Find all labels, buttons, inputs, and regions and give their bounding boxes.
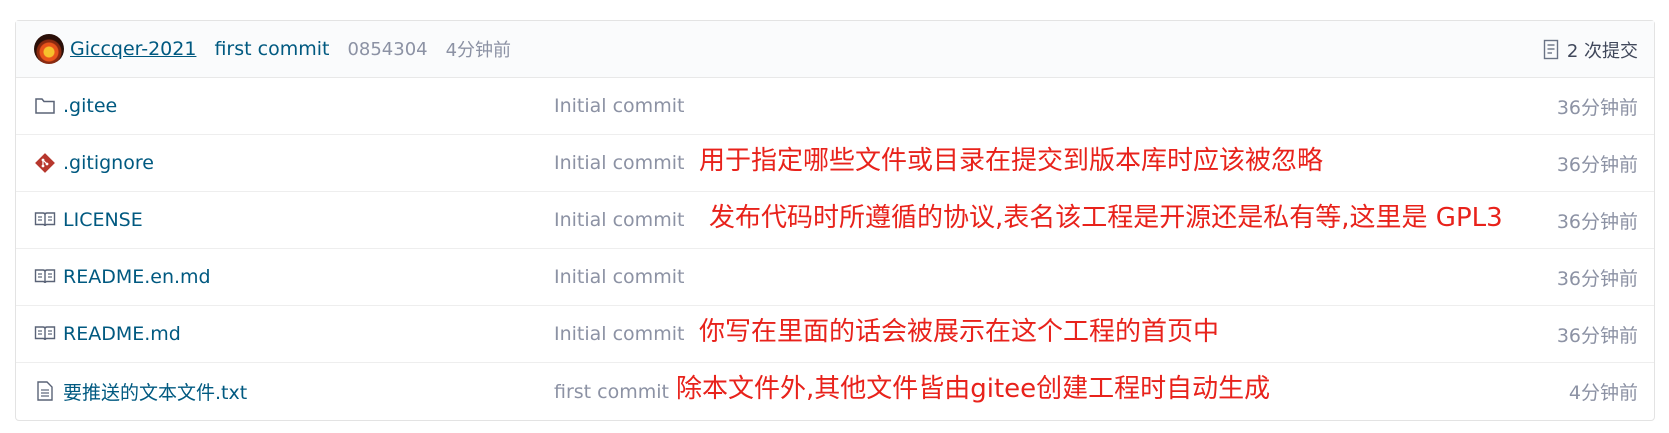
avatar[interactable] [34,34,64,64]
file-commit-link[interactable]: Initial commit [554,209,684,231]
file-time: 4分钟前 [1568,382,1638,404]
annotation-text: 发布代码时所遵循的协议,表名该工程是开源还是私有等,这里是 GPL3 [709,203,1503,233]
file-time: 36分钟前 [1556,96,1638,119]
file-name-link[interactable]: LICENSE [63,209,143,231]
book-icon [34,326,56,341]
commit-message-link[interactable]: first commit [214,38,329,60]
file-row[interactable]: .gitee Initial commit 36分钟前 [16,78,1654,135]
annotation-text: 你写在里面的话会被展示在这个工程的首页中 [699,317,1220,347]
file-commit-link[interactable]: Initial commit [554,266,684,288]
book-icon [34,269,56,284]
folder-icon [35,98,55,114]
file-commit-link[interactable]: Initial commit [554,95,684,117]
file-commit-link[interactable]: first commit [554,381,669,403]
commit-time: 4分钟前 [445,40,512,61]
file-name-link[interactable]: .gitignore [63,152,154,174]
file-name-link[interactable]: README.en.md [63,266,211,288]
commit-count-label: 2 次提交 [1566,40,1638,62]
annotation-text: 用于指定哪些文件或目录在提交到版本库时应该被忽略 [699,146,1324,176]
file-commit-link[interactable]: Initial commit [554,323,684,345]
annotation-text: 除本文件外,其他文件皆由gitee创建工程时自动生成 [676,374,1271,404]
commit-sha[interactable]: 0854304 [347,39,427,60]
file-commit-link[interactable]: Initial commit [554,152,684,174]
file-name-link[interactable]: .gitee [63,95,117,117]
file-name-link[interactable]: 要推送的文本文件.txt [63,378,247,405]
book-icon [34,212,56,227]
commit-author-link[interactable]: Giccqer-2021 [70,38,196,60]
latest-commit-bar: Giccqer-2021 first commit 0854304 4分钟前 2… [16,21,1654,78]
file-icon [37,381,53,401]
file-time: 36分钟前 [1556,153,1638,176]
file-time: 36分钟前 [1556,210,1638,233]
file-name-link[interactable]: README.md [63,323,181,345]
file-time: 36分钟前 [1556,267,1638,290]
file-row[interactable]: README.en.md Initial commit 36分钟前 [16,249,1654,306]
file-row[interactable]: LICENSE Initial commit 发布代码时所遵循的协议,表名该工程… [16,192,1654,249]
file-list-panel: Giccqer-2021 first commit 0854304 4分钟前 2… [15,20,1655,421]
file-row[interactable]: .gitignore Initial commit 用于指定哪些文件或目录在提交… [16,135,1654,192]
commit-count-link[interactable]: 2 次提交 [1543,21,1638,78]
file-time: 36分钟前 [1556,324,1638,347]
file-row[interactable]: 要推送的文本文件.txt first commit 除本文件外,其他文件皆由gi… [16,363,1654,420]
file-row[interactable]: README.md Initial commit 你写在里面的话会被展示在这个工… [16,306,1654,363]
git-icon [35,153,55,173]
commit-list-icon [1543,39,1559,59]
